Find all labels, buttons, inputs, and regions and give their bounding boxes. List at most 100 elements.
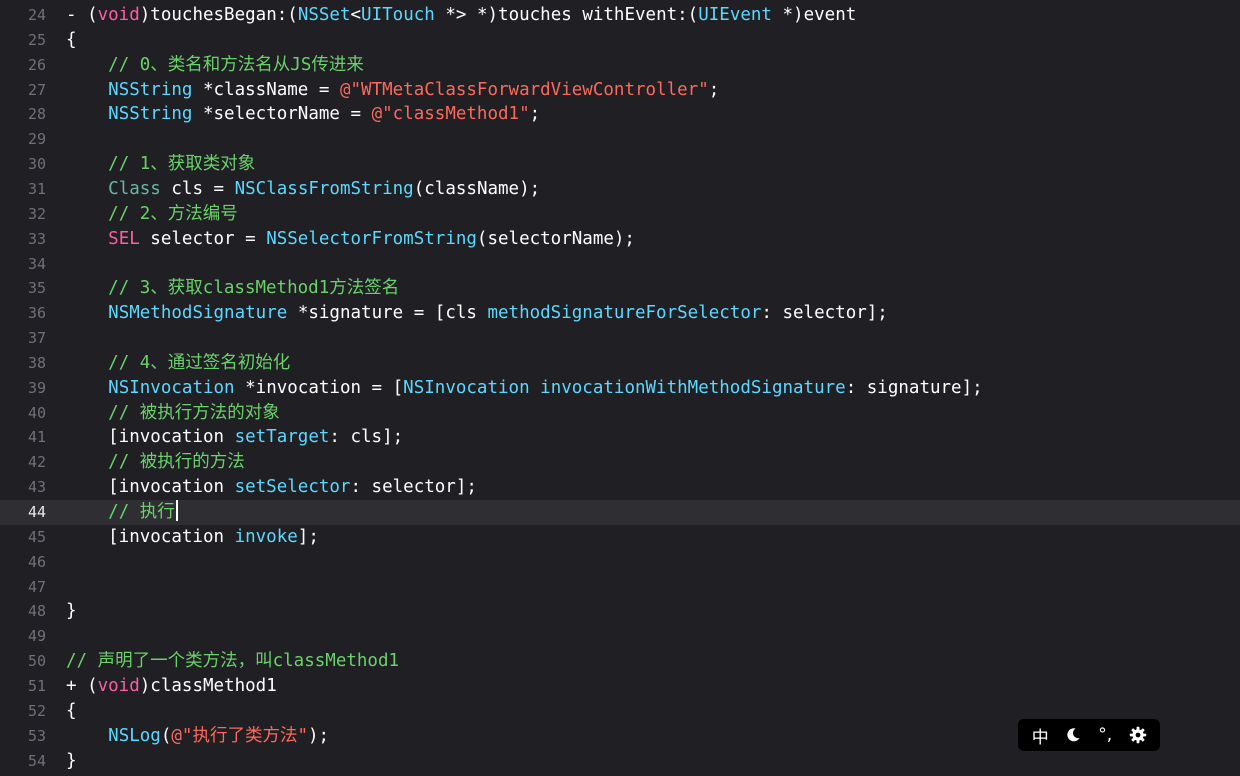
code-token: { <box>66 29 77 50</box>
code-text: // 1、获取类对象 <box>66 152 255 177</box>
code-token: : selector]; <box>761 303 888 324</box>
code-token: *className = <box>192 79 340 100</box>
code-line[interactable]: 46 <box>0 550 1240 575</box>
code-line[interactable]: 42 // 被执行的方法 <box>0 450 1240 475</box>
code-token: [invocation <box>66 477 235 498</box>
code-line[interactable]: 29 <box>0 127 1240 152</box>
line-number: 43 <box>27 478 46 497</box>
code-line[interactable]: 45 [invocation invoke]; <box>0 525 1240 550</box>
line-number: 30 <box>27 155 46 174</box>
code-token: *)event <box>771 5 857 25</box>
code-line[interactable]: 54} <box>0 749 1240 774</box>
code-token: } <box>66 750 77 771</box>
code-token: @"classMethod1" <box>371 104 530 125</box>
text-cursor <box>175 500 178 521</box>
code-token: *> *)touches withEvent:( <box>434 5 699 25</box>
code-token: NSInvocation <box>108 377 235 398</box>
code-line[interactable]: 31 Class cls = NSClassFromString(classNa… <box>0 177 1240 202</box>
code-text: // 3、获取classMethod1方法签名 <box>66 276 399 301</box>
code-line[interactable]: 25 { <box>0 28 1240 53</box>
code-line[interactable]: 35 // 3、获取classMethod1方法签名 <box>0 276 1240 301</box>
code-comment: // 被执行方法的对象 <box>108 402 280 423</box>
code-line[interactable]: 37 <box>0 326 1240 351</box>
line-number: 25 <box>27 30 46 49</box>
code-line[interactable]: 38 // 4、通过签名初始化 <box>0 351 1240 376</box>
code-text: } <box>66 749 77 774</box>
punctuation-toggle[interactable]: °, <box>1092 722 1118 748</box>
code-text: // 被执行的方法 <box>66 450 245 475</box>
code-text: [invocation setSelector: selector]; <box>66 475 477 500</box>
code-line[interactable]: 41 [invocation setTarget: cls]; <box>0 425 1240 450</box>
code-line[interactable]: 48} <box>0 599 1240 624</box>
code-line[interactable]: 50 // 声明了一个类方法，叫classMethod1 <box>0 649 1240 674</box>
code-token: selector = <box>139 228 267 249</box>
code-text: NSInvocation *invocation = [NSInvocation… <box>66 376 983 401</box>
code-text: SEL selector = NSSelectorFromString(sele… <box>66 227 635 252</box>
code-text: // 被执行方法的对象 <box>66 401 280 426</box>
code-text: [invocation invoke]; <box>66 525 319 550</box>
ime-language-toggle[interactable]: 中 <box>1027 722 1053 748</box>
line-number: 26 <box>27 55 46 74</box>
code-token: ; <box>529 104 541 125</box>
line-number: 29 <box>27 130 46 149</box>
line-number: 52 <box>27 701 46 720</box>
code-token: ]; <box>297 526 319 547</box>
line-number: 49 <box>27 627 46 646</box>
code-token: UITouch <box>361 5 435 25</box>
gear-icon[interactable] <box>1125 722 1151 748</box>
line-number: 38 <box>27 353 46 372</box>
code-token: ; <box>708 79 720 100</box>
code-token: void <box>97 675 140 696</box>
code-line[interactable]: 39 NSInvocation *invocation = [NSInvocat… <box>0 376 1240 401</box>
code-text: - (void)touchesBegan:(NSSet<UITouch *> *… <box>66 3 856 28</box>
code-line[interactable]: 30 // 1、获取类对象 <box>0 152 1240 177</box>
code-token: @"执行了类方法" <box>171 725 308 746</box>
code-line[interactable]: 32 // 2、方法编号 <box>0 202 1240 227</box>
code-token: @"WTMetaClassForwardViewController" <box>339 79 709 100</box>
code-token: - ( <box>66 5 98 25</box>
line-number: 28 <box>27 105 46 124</box>
code-text: { <box>66 28 77 53</box>
line-number: 34 <box>27 254 46 273</box>
code-line[interactable]: 33 SEL selector = NSSelectorFromString(s… <box>0 227 1240 252</box>
line-number: 53 <box>27 726 46 745</box>
line-number: 37 <box>27 329 46 348</box>
code-token: Class <box>108 178 161 199</box>
code-text: // 执行 <box>66 500 178 525</box>
moon-icon[interactable] <box>1060 722 1086 748</box>
code-line[interactable]: 26 // 0、类名和方法名从JS传进来 <box>0 53 1240 78</box>
code-token: methodSignatureForSelector <box>487 303 762 324</box>
punctuation-label: °, <box>1098 725 1113 745</box>
code-line[interactable]: 51 + (void)classMethod1 <box>0 674 1240 699</box>
ime-language-label: 中 <box>1031 727 1049 748</box>
code-line[interactable]: 27 NSString *className = @"WTMetaClassFo… <box>0 78 1240 103</box>
code-line[interactable]: 47 <box>0 575 1240 600</box>
code-line[interactable]: 44 // 执行 <box>0 500 1240 525</box>
line-number: 42 <box>27 453 46 472</box>
code-line[interactable]: 36 NSMethodSignature *signature = [cls m… <box>0 301 1240 326</box>
code-line[interactable]: 34 <box>0 252 1240 277</box>
code-line[interactable]: 24 - (void)touchesBegan:(NSSet<UITouch *>… <box>0 3 1240 28</box>
code-line[interactable]: 49 <box>0 624 1240 649</box>
code-editor[interactable]: 24- (void)touchesBegan:(NSSet<UITouch *>… <box>0 0 1240 776</box>
code-token: *signature = [cls <box>287 303 488 324</box>
code-token: (selectorName); <box>476 228 635 249</box>
line-number: 51 <box>27 676 46 695</box>
code-line[interactable]: 28 NSString *selectorName = @"classMetho… <box>0 102 1240 127</box>
code-line[interactable]: 40 // 被执行方法的对象 <box>0 401 1240 426</box>
code-token: invocationWithMethodSignature <box>540 377 846 398</box>
code-text: NSString *className = @"WTMetaClassForwa… <box>66 78 719 103</box>
code-comment: // 4、通过签名初始化 <box>108 352 291 373</box>
code-token: < <box>350 5 362 25</box>
code-text: // 2、方法编号 <box>66 202 238 227</box>
code-text: + (void)classMethod1 <box>66 674 277 699</box>
code-line[interactable]: 43 [invocation setSelector: selector]; <box>0 475 1240 500</box>
